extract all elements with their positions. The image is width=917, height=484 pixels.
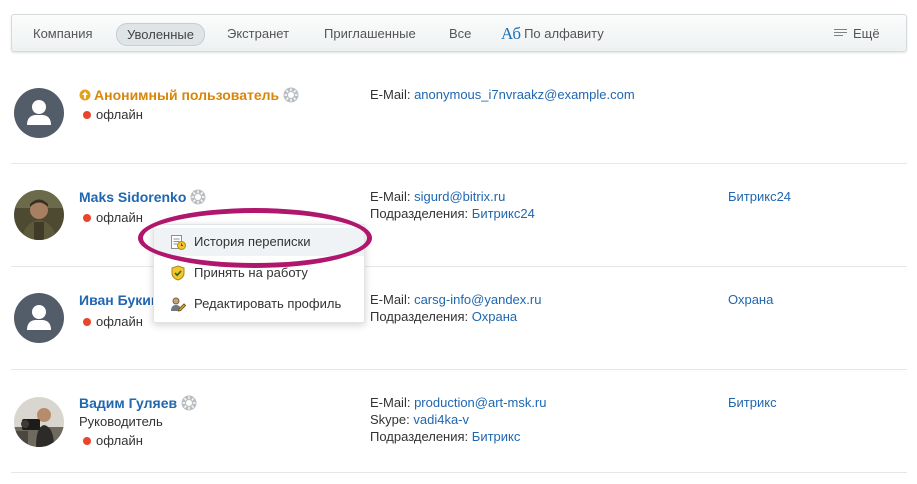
department-link[interactable]: Охрана — [472, 309, 517, 324]
user-actions-popup: История переписки Принять на работу Реда… — [153, 224, 365, 323]
email-label: E-Mail: — [370, 292, 411, 307]
gear-icon[interactable] — [190, 189, 206, 205]
contact-info: E-Mail: production@art-msk.ru Skype: vad… — [370, 394, 546, 445]
status-badge: офлайн — [83, 314, 143, 329]
chat-history-icon — [171, 235, 186, 250]
guest-icon — [79, 89, 91, 101]
user-name-text: Вадим Гуляев — [79, 395, 178, 411]
department-label: Подразделения: — [370, 429, 469, 444]
menu-item-hire[interactable]: Принять на работу — [154, 259, 364, 287]
status-text: офлайн — [96, 210, 143, 225]
default-avatar[interactable] — [14, 88, 64, 138]
offline-dot-icon — [83, 111, 91, 119]
user-silhouette-icon — [27, 305, 51, 330]
default-avatar[interactable] — [14, 293, 64, 343]
skype-link[interactable]: vadi4ka-v — [413, 412, 469, 427]
user-row: Maks Sidorenko офлайн E-Mail: sigurd@bit… — [11, 164, 907, 266]
menu-item-edit-profile[interactable]: Редактировать профиль — [154, 290, 364, 318]
user-silhouette-icon — [27, 100, 51, 125]
sort-alphabet-button[interactable]: Аб По алфавиту — [501, 23, 604, 43]
status-text: офлайн — [96, 107, 143, 122]
email-label: E-Mail: — [370, 395, 411, 410]
status-badge: офлайн — [83, 107, 143, 122]
skype-label: Skype: — [370, 412, 410, 427]
email-link[interactable]: sigurd@bitrix.ru — [414, 189, 505, 204]
divider — [11, 472, 907, 473]
tab-all[interactable]: Все — [449, 26, 471, 41]
department-link[interactable]: Битрикс — [472, 429, 521, 444]
user-name-text: Maks Sidorenko — [79, 189, 187, 205]
email-link[interactable]: carsg-info@yandex.ru — [414, 292, 541, 307]
avatar[interactable] — [14, 190, 64, 240]
status-badge: офлайн — [83, 210, 143, 225]
email-link[interactable]: anonymous_i7nvraakz@example.com — [414, 87, 635, 102]
user-photo — [14, 397, 64, 447]
filter-bar: Компания Уволенные Экстранет Приглашенны… — [11, 14, 907, 52]
menu-item-label: Редактировать профиль — [194, 296, 342, 311]
tab-invited[interactable]: Приглашенные — [324, 26, 416, 41]
gear-icon[interactable] — [181, 395, 197, 411]
user-photo — [14, 190, 64, 240]
menu-item-label: Принять на работу — [194, 265, 308, 280]
shield-icon — [171, 265, 185, 281]
department-label: Подразделения: — [370, 206, 469, 221]
user-row: Вадим Гуляев Руководитель офлайн E-Mail:… — [11, 370, 907, 472]
edit-profile-icon — [171, 297, 186, 312]
user-position: Руководитель — [79, 414, 163, 429]
user-name[interactable]: Иван Букин — [79, 292, 159, 308]
email-label: E-Mail: — [370, 87, 411, 102]
tab-extranet[interactable]: Экстранет — [227, 26, 289, 41]
contact-info: E-Mail: sigurd@bitrix.ru Подразделения: … — [370, 188, 535, 222]
status-text: офлайн — [96, 433, 143, 448]
user-name[interactable]: Вадим Гуляев — [79, 395, 197, 411]
alphabet-icon: Аб — [501, 24, 522, 43]
gear-icon[interactable] — [283, 87, 299, 103]
offline-dot-icon — [83, 214, 91, 222]
more-button[interactable]: Ещё — [834, 26, 880, 41]
email-label: E-Mail: — [370, 189, 411, 204]
tab-fired[interactable]: Уволенные — [116, 23, 205, 46]
contact-info: E-Mail: anonymous_i7nvraakz@example.com — [370, 86, 635, 103]
contact-info: E-Mail: carsg-info@yandex.ru Подразделен… — [370, 291, 541, 325]
department-label: Подразделения: — [370, 309, 469, 324]
user-name-text: Иван Букин — [79, 292, 160, 308]
tab-company[interactable]: Компания — [33, 26, 93, 41]
department-column-link[interactable]: Охрана — [728, 292, 773, 307]
email-link[interactable]: production@art-msk.ru — [414, 395, 546, 410]
user-row: Анонимный пользователь офлайн E-Mail: an… — [11, 62, 907, 162]
user-name-text: Анонимный пользователь — [94, 87, 280, 103]
user-row: Иван Букин офлайн E-Mail: carsg-info@yan… — [11, 267, 907, 369]
user-name[interactable]: Анонимный пользователь — [79, 87, 299, 103]
department-column-link[interactable]: Битрикс24 — [728, 189, 791, 204]
department-column-link[interactable]: Битрикс — [728, 395, 777, 410]
menu-item-label: История переписки — [194, 234, 311, 249]
department-link[interactable]: Битрикс24 — [472, 206, 535, 221]
status-text: офлайн — [96, 314, 143, 329]
sort-alphabet-label: По алфавиту — [524, 26, 604, 41]
offline-dot-icon — [83, 318, 91, 326]
offline-dot-icon — [83, 437, 91, 445]
status-badge: офлайн — [83, 433, 143, 448]
menu-lines-icon — [834, 29, 847, 38]
avatar[interactable] — [14, 397, 64, 447]
more-label: Ещё — [853, 26, 880, 41]
menu-item-chat-history[interactable]: История переписки — [154, 228, 364, 256]
user-name[interactable]: Maks Sidorenko — [79, 189, 206, 205]
